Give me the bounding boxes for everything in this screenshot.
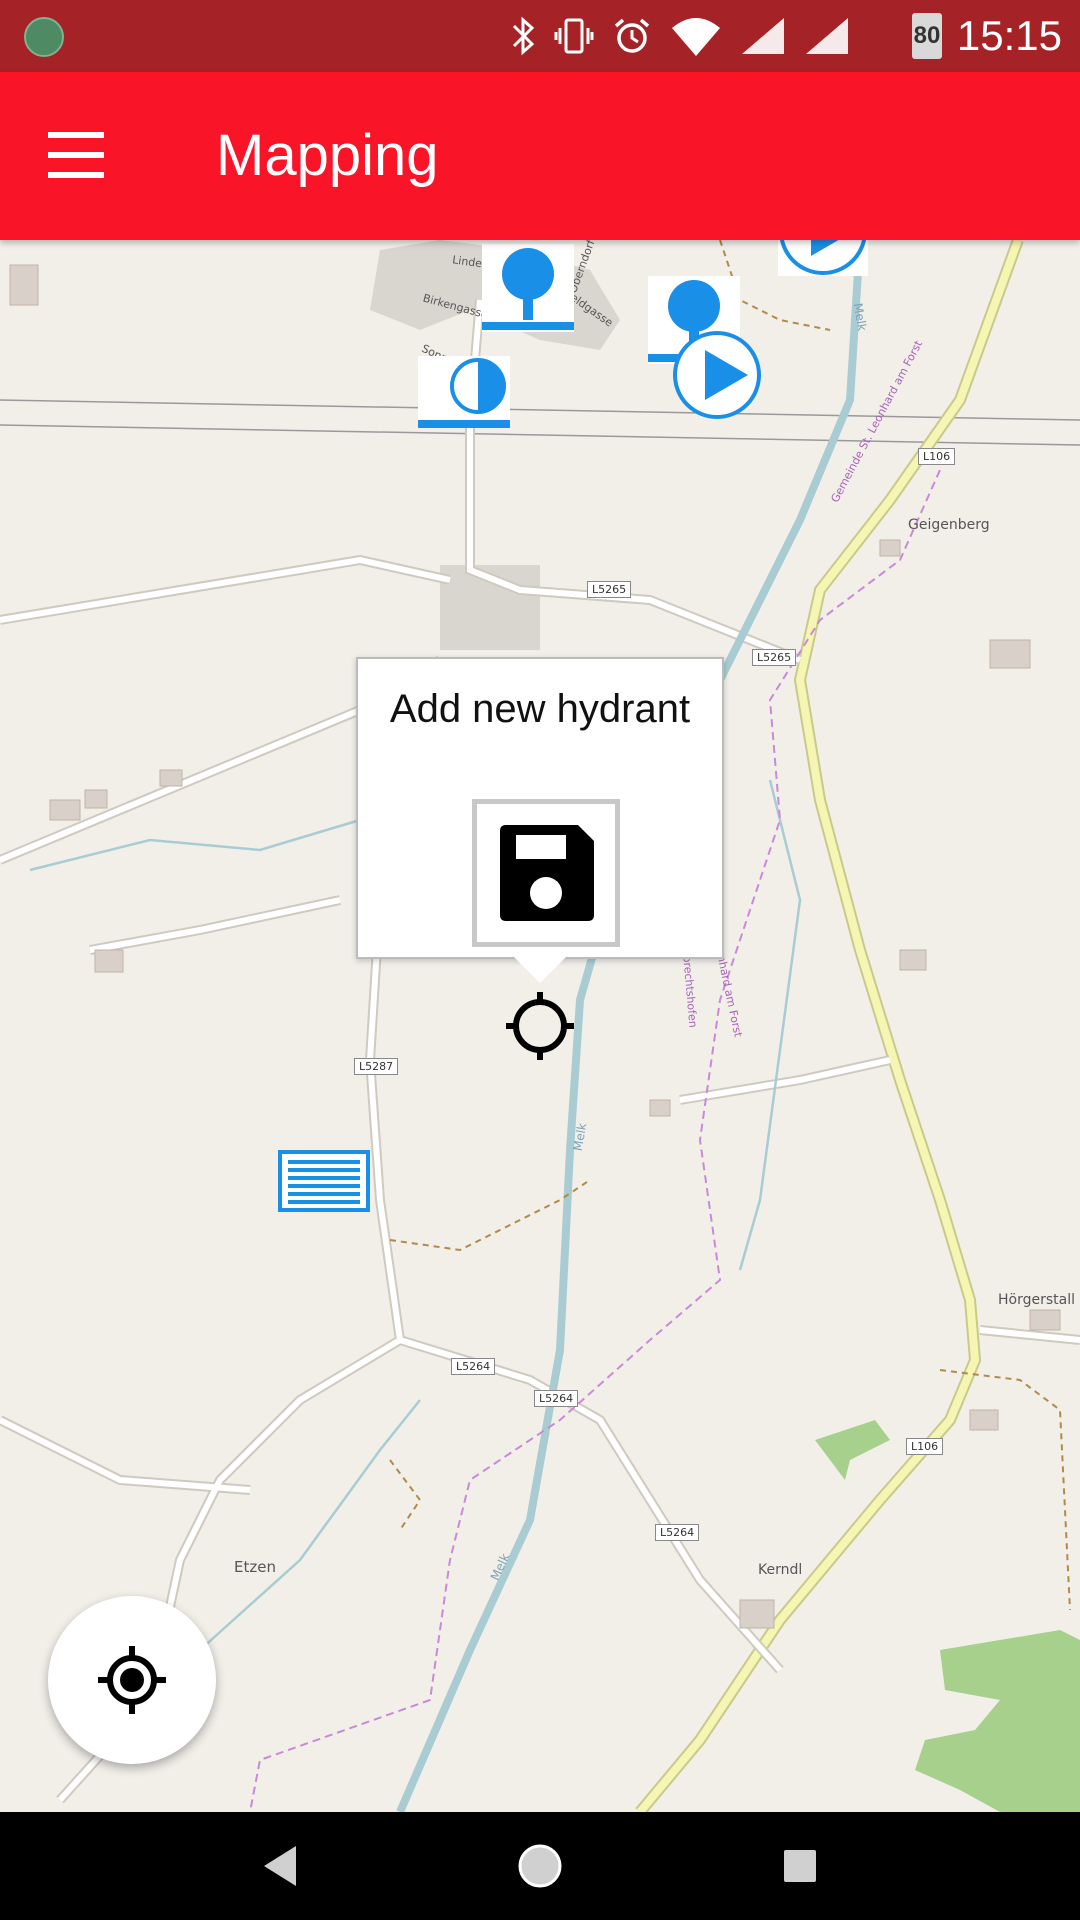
vibrate-icon	[554, 18, 594, 54]
home-circle-icon[interactable]	[510, 1836, 570, 1896]
my-location-icon	[98, 1646, 166, 1714]
popup-title: Add new hydrant	[389, 687, 691, 731]
save-button[interactable]	[472, 799, 620, 947]
status-icons	[510, 14, 850, 58]
alarm-icon	[614, 18, 650, 53]
road-shield: L5287	[354, 1058, 399, 1075]
road-shield: L5264	[655, 1524, 700, 1541]
back-triangle-icon[interactable]	[250, 1836, 310, 1896]
signal-icon	[742, 18, 784, 54]
status-bar: 80 15:15	[0, 0, 1080, 72]
place-label: Kerndl	[758, 1562, 803, 1578]
battery-indicator: 80	[912, 13, 942, 59]
bluetooth-icon	[512, 16, 535, 56]
hamburger-menu-icon[interactable]	[48, 132, 112, 180]
floppy-disk-save-icon	[500, 825, 594, 921]
road-shield: L106	[906, 1438, 944, 1455]
recents-square-icon[interactable]	[770, 1836, 830, 1896]
road-shield: L5264	[534, 1390, 579, 1407]
app-notification-icon	[24, 17, 64, 57]
hydrant-marker-icon[interactable]	[482, 244, 574, 572]
signal-icon	[806, 18, 848, 54]
app-bar: Mapping	[0, 72, 1080, 240]
road-shield: L106	[918, 448, 956, 465]
wifi-icon	[672, 18, 720, 56]
pump-play-marker-icon[interactable]	[672, 331, 762, 660]
road-shield: L5265	[587, 581, 632, 598]
app-title: Mapping	[216, 123, 439, 188]
system-nav-bar	[0, 1812, 1080, 1920]
pump-play-marker-icon[interactable]	[778, 240, 868, 516]
road-shield: L5264	[451, 1358, 496, 1375]
crosshair-icon	[506, 992, 574, 1060]
clock: 15:15	[956, 12, 1062, 59]
my-location-button[interactable]	[48, 1596, 216, 1764]
water-tank-marker-icon[interactable]	[278, 1150, 370, 1452]
app-screen: 80 15:15 Mapping Geigenberg Hörgerstall …	[0, 0, 1080, 1920]
place-label: Etzen	[234, 1558, 276, 1576]
add-hydrant-popup: Add new hydrant	[356, 657, 724, 959]
place-label: Geigenberg	[908, 517, 990, 533]
place-label: Hörgerstall	[998, 1292, 1075, 1308]
popup-pointer	[514, 957, 566, 983]
